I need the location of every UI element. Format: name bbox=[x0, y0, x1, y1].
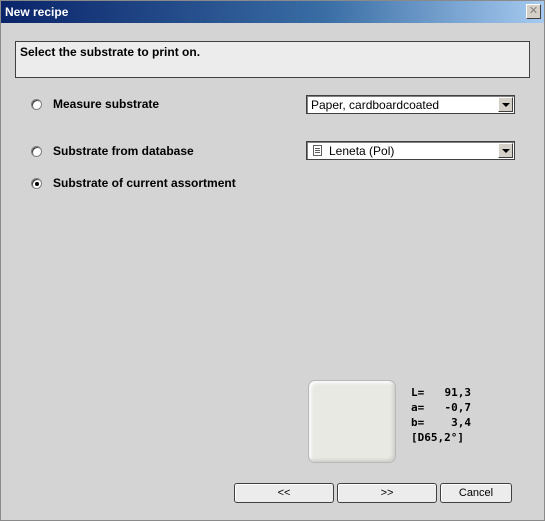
lab-l-row: L= 91,3 bbox=[411, 385, 471, 400]
document-icon bbox=[313, 145, 322, 156]
illuminant-label: [D65,2°] bbox=[411, 431, 464, 444]
lab-a-label: a= bbox=[411, 401, 425, 414]
measure-substrate-select[interactable]: Paper, cardboardcoated bbox=[306, 95, 515, 114]
lab-a-value: -0,7 bbox=[444, 401, 472, 414]
database-substrate-select[interactable]: Leneta (Pol) bbox=[306, 141, 515, 160]
instruction-text: Select the substrate to print on. bbox=[20, 45, 201, 59]
option-label: Substrate from database bbox=[53, 144, 194, 158]
lab-a-row: a= -0,7 bbox=[411, 400, 471, 415]
cancel-button[interactable]: Cancel bbox=[440, 483, 512, 503]
window-title: New recipe bbox=[5, 5, 69, 19]
title-bar: New recipe ✕ bbox=[1, 1, 544, 23]
next-button[interactable]: >> bbox=[337, 483, 437, 503]
option-substrate-current-assortment[interactable]: Substrate of current assortment bbox=[31, 175, 236, 191]
lab-b-label: b= bbox=[411, 416, 425, 429]
back-button[interactable]: << bbox=[234, 483, 334, 503]
new-recipe-dialog: New recipe ✕ Select the substrate to pri… bbox=[0, 0, 545, 521]
lab-values: L= 91,3 a= -0,7 b= 3,4 [D65,2°] bbox=[411, 385, 471, 445]
combo-value: Leneta (Pol) bbox=[329, 144, 395, 158]
illuminant-row: [D65,2°] bbox=[411, 430, 471, 445]
color-swatch bbox=[308, 380, 396, 463]
chevron-down-icon[interactable] bbox=[498, 97, 513, 112]
option-measure-substrate[interactable]: Measure substrate bbox=[31, 96, 159, 112]
radio-substrate-current-assortment[interactable] bbox=[31, 177, 42, 189]
option-substrate-from-database[interactable]: Substrate from database bbox=[31, 143, 194, 159]
lab-l-value: 91,3 bbox=[444, 386, 472, 399]
close-icon[interactable]: ✕ bbox=[526, 4, 541, 19]
lab-l-label: L= bbox=[411, 386, 425, 399]
chevron-down-icon[interactable] bbox=[498, 143, 513, 158]
instruction-panel: Select the substrate to print on. bbox=[15, 41, 530, 78]
combo-value: Paper, cardboardcoated bbox=[311, 98, 440, 112]
radio-substrate-from-database[interactable] bbox=[31, 145, 42, 157]
option-label: Measure substrate bbox=[53, 97, 160, 111]
lab-b-row: b= 3,4 bbox=[411, 415, 471, 430]
lab-b-value: 3,4 bbox=[451, 416, 471, 429]
option-label: Substrate of current assortment bbox=[53, 176, 236, 190]
radio-measure-substrate[interactable] bbox=[31, 98, 42, 110]
